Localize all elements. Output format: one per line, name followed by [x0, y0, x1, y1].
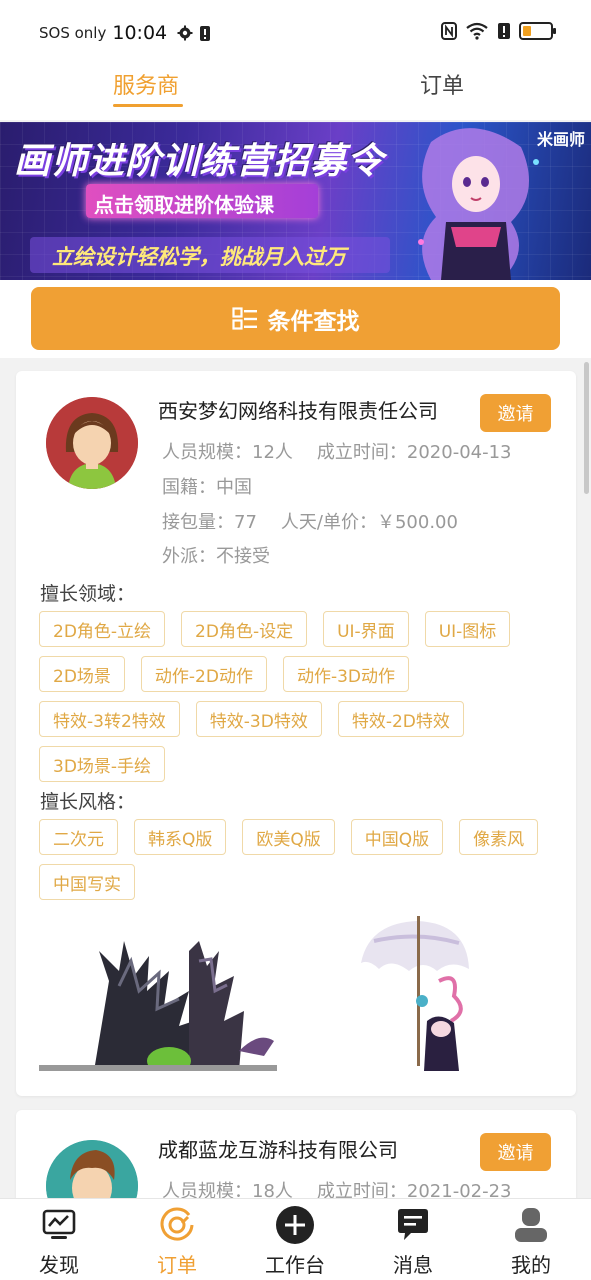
promo-banner[interactable]: 画师进阶训练营招募令 点击领取进阶体验课 立绘设计轻松学，挑战月入过万 米画师	[0, 122, 591, 280]
search-section: 条件查找	[0, 280, 591, 358]
battery-level	[523, 26, 531, 36]
company-card[interactable]: 成都蓝龙互游科技有限公司 邀请 人员规模：18人 成立时间：2021-02-23	[16, 1110, 576, 1210]
wifi-icon	[466, 22, 488, 40]
field-tag: 特效-3转2特效	[39, 701, 180, 737]
styles-label: 擅长风格：	[40, 791, 136, 813]
nav-orders[interactable]: 订单	[127, 1205, 227, 1278]
style-tag: 中国Q版	[350, 819, 444, 855]
nav-discover[interactable]: 发现	[9, 1205, 109, 1278]
style-tag: 像素风	[459, 819, 539, 855]
nfc-icon	[441, 22, 457, 40]
anime-character-illustration	[418, 128, 539, 280]
banner-subtitle: 点击领取进阶体验课	[94, 193, 274, 217]
style-tag: 欧美Q版	[242, 819, 335, 855]
message-bubble-icon	[398, 1209, 428, 1240]
battery-icon	[519, 22, 556, 40]
field-tag: 动作-3D动作	[282, 656, 409, 692]
fields-tags: 2D角色-立绘 2D角色-设定 UI-界面 UI-图标 2D场景 动作-2D动作…	[39, 611, 559, 782]
portfolio-gallery[interactable]	[39, 911, 559, 1075]
field-tag: 3D场景-手绘	[39, 746, 166, 782]
filter-search-button[interactable]: 条件查找	[31, 287, 560, 350]
invite-button[interactable]: 邀请	[480, 394, 551, 432]
sim-alert-icon	[200, 25, 211, 41]
settings-gear-icon	[177, 25, 193, 41]
carrier-label: SOS only	[39, 24, 107, 42]
tab-orders[interactable]: 订单	[420, 68, 464, 100]
company-info-orders-price: 接包量：77 人天/单价：￥500.00	[162, 512, 458, 533]
filter-list-icon	[231, 306, 257, 330]
female-avatar-icon	[46, 397, 138, 489]
field-tag: UI-图标	[424, 611, 511, 647]
top-tab-bar: 服务商 订单	[0, 62, 591, 120]
company-name[interactable]: 成都蓝龙互游科技有限公司	[158, 1134, 398, 1163]
gallery-scroll-indicator	[39, 1065, 277, 1071]
fields-label: 擅长领域：	[40, 583, 136, 605]
field-tag: 特效-3D特效	[195, 701, 322, 737]
active-tab-indicator	[113, 104, 183, 107]
portfolio-artwork-images	[94, 916, 469, 1075]
company-info-staff-founded: 人员规模：12人 成立时间：2020-04-13	[162, 442, 512, 463]
nav-profile[interactable]: 我的	[481, 1205, 581, 1278]
field-tag: 2D场景	[39, 656, 125, 692]
field-tag: UI-界面	[323, 611, 409, 647]
chart-monitor-icon	[42, 1209, 76, 1239]
tab-service-providers[interactable]: 服务商	[113, 68, 179, 100]
company-name[interactable]: 西安梦幻网络科技有限责任公司	[158, 395, 438, 424]
clock: 10:04	[112, 22, 168, 44]
plus-circle-icon	[276, 1206, 314, 1244]
page-scrollbar[interactable]	[584, 362, 589, 494]
company-card[interactable]: 西安梦幻网络科技有限责任公司 邀请 人员规模：12人 成立时间：2020-04-1…	[16, 371, 576, 1096]
nav-workbench[interactable]: 工作台	[245, 1205, 345, 1278]
style-tag: 二次元	[39, 819, 118, 855]
status-bar: SOS only 10:04	[0, 0, 591, 62]
banner-title: 画师进阶训练营招募令	[14, 141, 385, 182]
avatar	[46, 397, 138, 489]
company-info-dispatch: 外派：不接受	[162, 546, 270, 567]
banner-logo: 米画师	[536, 130, 585, 149]
styles-tags: 二次元 韩系Q版 欧美Q版 中国Q版 像素风 中国写实	[39, 819, 559, 900]
order-ring-icon	[160, 1207, 194, 1241]
field-tag: 动作-2D动作	[140, 656, 267, 692]
company-info-nationality: 国籍：中国	[162, 477, 252, 498]
alert-icon	[498, 23, 510, 39]
style-tag: 中国写实	[39, 864, 135, 900]
filter-search-label: 条件查找	[267, 308, 360, 335]
field-tag: 2D角色-立绘	[39, 611, 166, 647]
field-tag: 2D角色-设定	[181, 611, 308, 647]
style-tag: 韩系Q版	[134, 819, 227, 855]
invite-button[interactable]: 邀请	[480, 1133, 551, 1171]
user-icon	[515, 1208, 547, 1242]
bottom-navigation: 发现 订单 工作台 消息 我的	[0, 1198, 591, 1280]
field-tag: 特效-2D特效	[337, 701, 464, 737]
nav-messages[interactable]: 消息	[363, 1205, 463, 1278]
banner-tagline: 立绘设计轻松学，挑战月入过万	[52, 245, 346, 269]
